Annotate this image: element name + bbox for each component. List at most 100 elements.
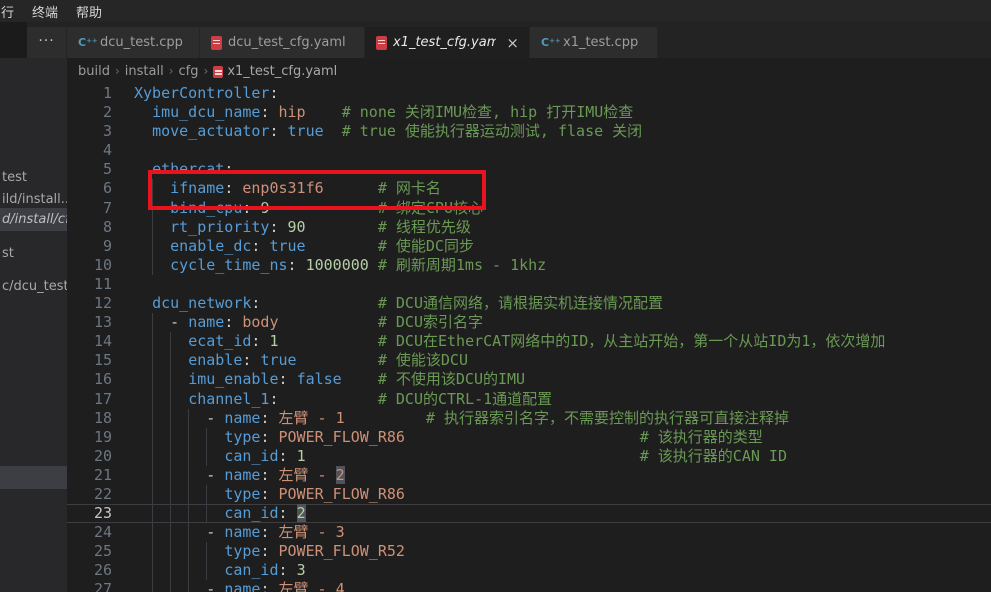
indent-guide [152, 466, 153, 485]
code-token [134, 390, 188, 408]
code-token: : [224, 179, 242, 197]
code-line: 20 can_id: 1 # 该执行器的CAN ID [67, 447, 991, 466]
sidebar-item[interactable]: st [0, 242, 67, 265]
editor-code-area[interactable]: 1XyberController:2 imu_dcu_name: hip # n… [67, 84, 991, 592]
code-token: # 使能该DCU [378, 351, 468, 369]
code-token: name [224, 466, 260, 484]
code-text[interactable]: type: POWER_FLOW_R86 # 该执行器的类型 [112, 428, 991, 447]
code-token: type [224, 485, 260, 503]
indent-guide [206, 561, 207, 580]
code-token: name [188, 313, 224, 331]
code-token: hip [279, 103, 306, 121]
code-token: 3 [297, 561, 306, 579]
sidebar-item[interactable]: c/dcu_test... [0, 275, 67, 298]
code-text[interactable]: move_actuator: true # true 使能执行器运动测试, fl… [112, 122, 991, 141]
line-number: 20 [67, 447, 112, 466]
indent-guide [170, 561, 171, 580]
code-text[interactable]: bind_cpu: 9 # 绑定CPU核心 [112, 199, 991, 218]
tab-dcu_test_cfg.yaml[interactable]: dcu_test_cfg.yaml [200, 27, 365, 58]
line-number: 13 [67, 313, 112, 332]
code-text[interactable]: dcu_network: # DCU通信网络，请根据实机连接情况配置 [112, 294, 991, 313]
breadcrumb-item[interactable]: install [125, 64, 164, 79]
tab-bar: ··· dcu_test.cppdcu_test_cfg.yamlx1_test… [0, 22, 991, 58]
indent-guide [152, 542, 153, 561]
code-text[interactable]: - name: 左臂 - 3 [112, 523, 991, 542]
code-token: type [224, 542, 260, 560]
code-text[interactable]: - name: 左臂 - 4 [112, 580, 991, 592]
menu-bar: 行终端帮助 [0, 0, 991, 22]
code-token: name [224, 523, 260, 541]
line-number: 24 [67, 523, 112, 542]
code-text[interactable]: ecat_id: 1 # DCU在EtherCAT网络中的ID，从主站开始，第一… [112, 332, 991, 351]
code-line: 4 [67, 141, 991, 160]
code-text[interactable]: imu_enable: false # 不使用该DCU的IMU [112, 370, 991, 389]
code-token: # none 关闭IMU检查, hip 打开IMU检查 [342, 103, 634, 121]
code-token: 左臂 - 3 [279, 523, 345, 541]
code-text[interactable]: - name: 左臂 - 2 [112, 466, 991, 485]
line-number: 25 [67, 542, 112, 561]
code-text[interactable] [112, 275, 991, 294]
code-text[interactable]: - name: body # DCU索引名字 [112, 313, 991, 332]
code-text[interactable]: cycle_time_ns: 1000000 # 刷新周期1ms - 1khz [112, 256, 991, 275]
breadcrumb-item[interactable]: build [78, 64, 110, 79]
code-text[interactable]: type: POWER_FLOW_R52 [112, 542, 991, 561]
code-token [134, 504, 224, 522]
code-token: : [288, 256, 306, 274]
indent-guide [152, 313, 153, 332]
code-line: 7 bind_cpu: 9 # 绑定CPU核心 [67, 199, 991, 218]
menu-item[interactable]: 帮助 [67, 2, 111, 21]
code-text[interactable]: channel_1: # DCU的CTRL-1通道配置 [112, 390, 991, 409]
code-token [134, 294, 152, 312]
code-text[interactable]: ifname: enp0s31f6 # 网卡名 [112, 179, 991, 198]
code-text[interactable]: can_id: 1 # 该执行器的CAN ID [112, 447, 991, 466]
code-text[interactable]: enable_dc: true # 使能DC同步 [112, 237, 991, 256]
code-token: : [260, 485, 278, 503]
code-text[interactable]: XyberController: [112, 84, 991, 103]
tab-x1_test.cpp[interactable]: x1_test.cpp [530, 27, 658, 58]
indent-guide [188, 447, 189, 466]
code-token: channel_1 [188, 390, 269, 408]
code-line: 26 can_id: 3 [67, 561, 991, 580]
code-text[interactable]: can_id: 3 [112, 561, 991, 580]
code-text[interactable]: rt_priority: 90 # 线程优先级 [112, 218, 991, 237]
code-token: body [242, 313, 278, 331]
code-token: rt_priority [170, 218, 269, 236]
code-token [134, 485, 224, 503]
code-text[interactable]: ethercat: [112, 160, 991, 179]
tab-dcu_test.cpp[interactable]: dcu_test.cpp [67, 27, 200, 58]
code-token [134, 160, 152, 178]
code-text[interactable]: type: POWER_FLOW_R86 [112, 485, 991, 504]
breadcrumb-file[interactable]: x1_test_cfg.yaml [213, 64, 337, 79]
code-token [345, 409, 426, 427]
code-token: # DCU的CTRL-1通道配置 [378, 390, 552, 408]
code-token [279, 313, 378, 331]
code-token: : [279, 447, 297, 465]
sidebar-item[interactable]: d/install/cfg [0, 208, 67, 231]
code-token [260, 294, 377, 312]
indent-guide [152, 504, 153, 523]
close-icon[interactable]: × [504, 34, 521, 52]
code-token [134, 542, 224, 560]
code-text[interactable]: imu_dcu_name: hip # none 关闭IMU检查, hip 打开… [112, 103, 991, 122]
indent-guide [188, 466, 189, 485]
menu-item[interactable]: 行 [0, 2, 23, 21]
code-token: # 使能DC同步 [378, 237, 474, 255]
breadcrumb-item[interactable]: cfg [179, 64, 199, 79]
sidebar-item[interactable] [0, 466, 67, 489]
indent-guide [170, 580, 171, 592]
code-text[interactable] [112, 141, 991, 160]
side-panel: testild/install...d/install/cfgstc/dcu_t… [0, 58, 67, 592]
sidebar-item[interactable]: test [0, 166, 67, 189]
indent-guide [170, 351, 171, 370]
indent-guide [206, 428, 207, 447]
code-line: 9 enable_dc: true # 使能DC同步 [67, 237, 991, 256]
tab-overflow-button[interactable]: ··· [27, 27, 67, 58]
menu-item[interactable]: 终端 [23, 2, 67, 21]
code-text[interactable]: can_id: 2 [112, 504, 991, 523]
breadcrumb-separator-icon: › [164, 64, 179, 78]
tab-x1_test_cfg.yaml[interactable]: x1_test_cfg.yaml× [365, 27, 530, 58]
indent-guide [170, 542, 171, 561]
code-text[interactable]: - name: 左臂 - 1 # 执行器索引名字，不需要控制的执行器可直接注释掉 [112, 409, 991, 428]
indent-guide [170, 390, 171, 409]
code-text[interactable]: enable: true # 使能该DCU [112, 351, 991, 370]
